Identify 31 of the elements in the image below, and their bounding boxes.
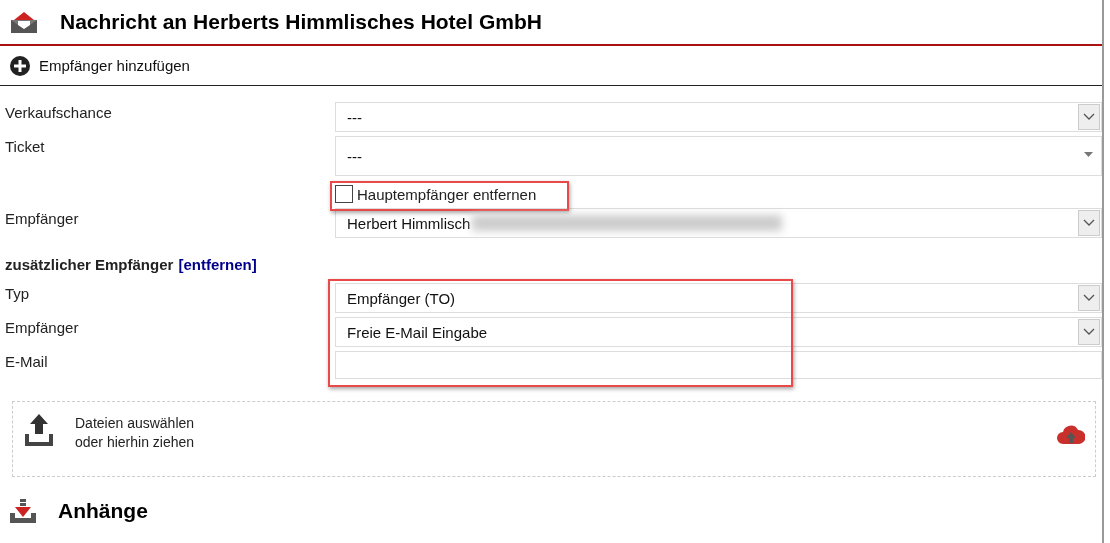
checkbox[interactable] bbox=[335, 185, 353, 203]
file-drop-zone[interactable]: Dateien auswählen oder hierhin ziehen bbox=[12, 401, 1096, 477]
cloud-upload-icon[interactable] bbox=[1057, 424, 1085, 446]
upload-instructions: Dateien auswählen oder hierhin ziehen bbox=[75, 414, 195, 452]
field-label: Ticket bbox=[4, 137, 46, 155]
dropdown-arrow-icon[interactable] bbox=[1084, 152, 1093, 157]
select-field[interactable]: Empfänger (TO) bbox=[335, 283, 1102, 313]
plus-circle-icon bbox=[10, 55, 30, 76]
field-label: E-Mail bbox=[4, 352, 49, 370]
dropdown-caret-icon[interactable] bbox=[1078, 104, 1100, 130]
section-title: Anhänge bbox=[58, 499, 148, 523]
download-tray-icon bbox=[10, 499, 36, 523]
page-title: Nachricht an Herberts Himmlisches Hotel GmbH bbox=[60, 10, 542, 34]
add-recipient-button[interactable]: Empfänger hinzufügen bbox=[0, 46, 1102, 86]
checkbox-label: Hauptempfänger entfernen bbox=[357, 185, 537, 203]
select-field[interactable]: Freie E-Mail Eingabe bbox=[335, 317, 1102, 347]
remove-link[interactable]: [entfernen] bbox=[178, 256, 257, 273]
select-field[interactable]: --- bbox=[335, 136, 1102, 176]
field-label: Empfänger bbox=[4, 318, 80, 336]
field-label: Empfänger bbox=[4, 209, 80, 227]
upload-icon bbox=[25, 414, 53, 446]
dropdown-caret-icon[interactable] bbox=[1078, 210, 1100, 236]
select-field[interactable]: --- bbox=[335, 102, 1102, 132]
envelope-icon bbox=[10, 10, 38, 34]
dropdown-caret-icon[interactable] bbox=[1078, 319, 1100, 345]
select-field[interactable]: Herbert Himmlisch bbox=[335, 208, 1102, 238]
dropdown-caret-icon[interactable] bbox=[1078, 285, 1100, 311]
field-label: Verkaufschance bbox=[4, 103, 113, 121]
section-heading: zusätzlicher Empfänger bbox=[5, 256, 174, 273]
email-input-field[interactable] bbox=[335, 351, 1102, 379]
field-label: Typ bbox=[4, 284, 31, 302]
